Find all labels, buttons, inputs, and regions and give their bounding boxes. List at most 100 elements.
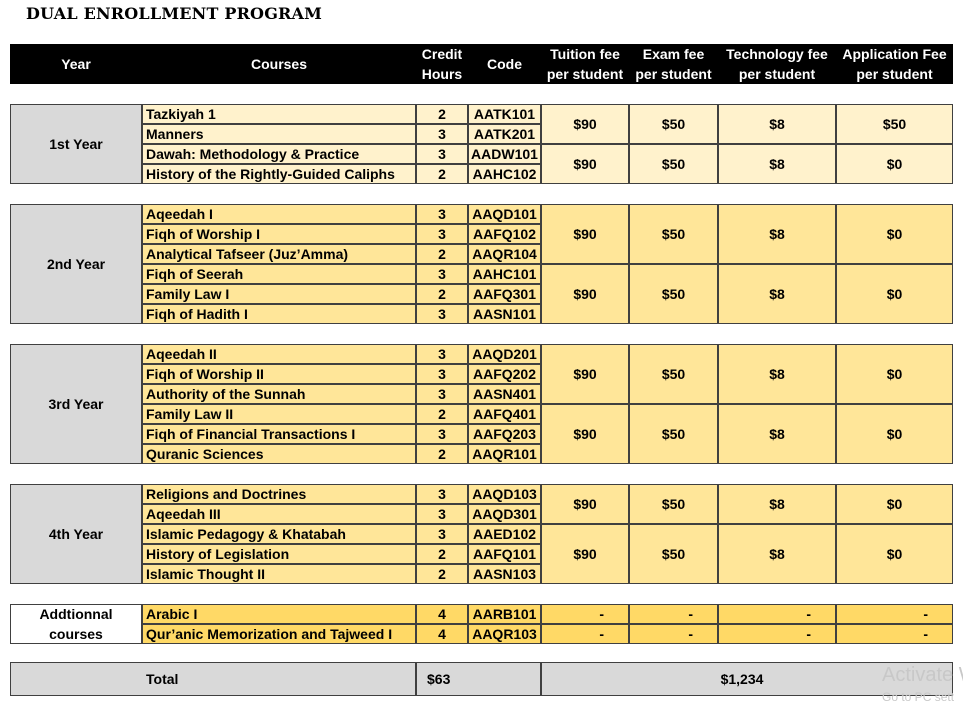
course-credit-hours: 3 — [416, 204, 468, 224]
course-credit-hours: 2 — [416, 104, 468, 124]
header-application-fee: Application Fee per student — [836, 44, 953, 84]
exam-fee: $50 — [629, 344, 718, 404]
course-code: AADW101 — [468, 144, 541, 164]
header-tuition-fee: Tuition fee per student — [541, 44, 629, 84]
header-exam-fee-text: Exam fee per student — [635, 44, 711, 84]
activation-watermark: Activate W — [882, 664, 963, 686]
technology-fee: $8 — [718, 144, 836, 184]
course-code: AAQD301 — [468, 504, 541, 524]
header-tuition-fee-text: Tuition fee per student — [547, 44, 623, 84]
course-code: AAFQ203 — [468, 424, 541, 444]
technology-fee: $8 — [718, 484, 836, 524]
course-credit-hours: 3 — [416, 364, 468, 384]
course-code: AAQD201 — [468, 344, 541, 364]
course-code: AAFQ202 — [468, 364, 541, 384]
header-application-fee-text: Application Fee per student — [842, 44, 946, 84]
tuition-fee: $90 — [541, 144, 629, 184]
course-name: Dawah: Methodology & Practice — [142, 144, 416, 164]
course-name: History of the Rightly-Guided Caliphs — [142, 164, 416, 184]
course-name: Authority of the Sunnah — [142, 384, 416, 404]
course-name: Tazkiyah 1 — [142, 104, 416, 124]
course-code: AAHC101 — [468, 264, 541, 284]
application-fee: $0 — [836, 344, 953, 404]
course-name: Quranic Sciences — [142, 444, 416, 464]
course-name: Aqeedah III — [142, 504, 416, 524]
header-tuition-fee-line2: per student — [546, 66, 624, 82]
course-name: Fiqh of Worship I — [142, 224, 416, 244]
course-code: AARB101 — [468, 604, 541, 624]
technology-fee: $8 — [718, 204, 836, 264]
exam-fee: $50 — [629, 204, 718, 264]
header-credit-hours-line2: Hours — [421, 66, 463, 82]
header-courses: Courses — [142, 44, 416, 84]
course-credit-hours: 3 — [416, 304, 468, 324]
course-name: Fiqh of Worship II — [142, 364, 416, 384]
year-label: 2nd Year — [10, 204, 142, 324]
course-credit-hours: 3 — [416, 124, 468, 144]
course-code: AAQR103 — [468, 624, 541, 644]
header-code: Code — [468, 44, 541, 84]
application-fee: $0 — [836, 204, 953, 264]
application-fee: - — [836, 604, 953, 624]
tuition-fee: $90 — [541, 484, 629, 524]
application-fee: $0 — [836, 524, 953, 584]
application-fee: - — [836, 624, 953, 644]
course-name: Fiqh of Financial Transactions I — [142, 424, 416, 444]
tuition-fee: $90 — [541, 344, 629, 404]
application-fee: $50 — [836, 104, 953, 144]
additional-courses-label-text: Addtionnal courses — [39, 604, 112, 644]
technology-fee: $8 — [718, 344, 836, 404]
application-fee: $0 — [836, 144, 953, 184]
header-application-fee-line2: per student — [856, 66, 933, 82]
exam-fee: - — [629, 604, 718, 624]
course-code: AAFQ301 — [468, 284, 541, 304]
course-code: AAQR101 — [468, 444, 541, 464]
course-credit-hours: 3 — [416, 484, 468, 504]
year-label: 3rd Year — [10, 344, 142, 464]
tuition-fee: $90 — [541, 204, 629, 264]
header-technology-fee-text: Technology fee per student — [726, 44, 828, 84]
course-credit-hours: 3 — [416, 424, 468, 444]
course-credit-hours: 2 — [416, 284, 468, 304]
course-code: AAQD101 — [468, 204, 541, 224]
course-credit-hours: 3 — [416, 504, 468, 524]
course-name: Aqeedah I — [142, 204, 416, 224]
header-credit-hours: Credit Hours — [416, 44, 468, 84]
course-credit-hours: 4 — [416, 604, 468, 624]
course-name: Analytical Tafseer (Juz’Amma) — [142, 244, 416, 264]
course-code: AAHC102 — [468, 164, 541, 184]
header-exam-fee-line1: Exam fee — [642, 46, 705, 62]
exam-fee: $50 — [629, 104, 718, 144]
course-name: Qur’anic Memorization and Tajweed I — [142, 624, 416, 644]
course-name: Manners — [142, 124, 416, 144]
header-application-fee-line1: Application Fee — [842, 46, 947, 62]
technology-fee: - — [718, 604, 836, 624]
header-credit-hours-line1: Credit — [421, 46, 463, 62]
exam-fee: $50 — [629, 144, 718, 184]
technology-fee: $8 — [718, 104, 836, 144]
course-code: AATK101 — [468, 104, 541, 124]
course-name: Fiqh of Hadith I — [142, 304, 416, 324]
tuition-fee: - — [541, 604, 629, 624]
additional-courses-label: Addtionnal courses — [10, 604, 142, 644]
total-credits: $63 — [416, 662, 541, 696]
course-credit-hours: 4 — [416, 624, 468, 644]
course-code: AASN101 — [468, 304, 541, 324]
year-label: 1st Year — [10, 104, 142, 184]
tuition-fee: $90 — [541, 404, 629, 464]
course-credit-hours: 3 — [416, 384, 468, 404]
course-code: AAQD103 — [468, 484, 541, 504]
total-label: Total — [10, 662, 416, 696]
exam-fee: $50 — [629, 524, 718, 584]
course-credit-hours: 3 — [416, 264, 468, 284]
course-code: AATK201 — [468, 124, 541, 144]
header-tuition-fee-line1: Tuition fee — [550, 46, 620, 62]
technology-fee: - — [718, 624, 836, 644]
header-credit-hours-text: Credit Hours — [422, 44, 462, 84]
course-credit-hours: 3 — [416, 224, 468, 244]
additional-courses-label-line1: Addtionnal — [39, 606, 113, 622]
course-code: AASN103 — [468, 564, 541, 584]
header-technology-fee-line2: per student — [738, 66, 816, 82]
course-credit-hours: 2 — [416, 164, 468, 184]
header-exam-fee-line2: per student — [635, 66, 712, 82]
